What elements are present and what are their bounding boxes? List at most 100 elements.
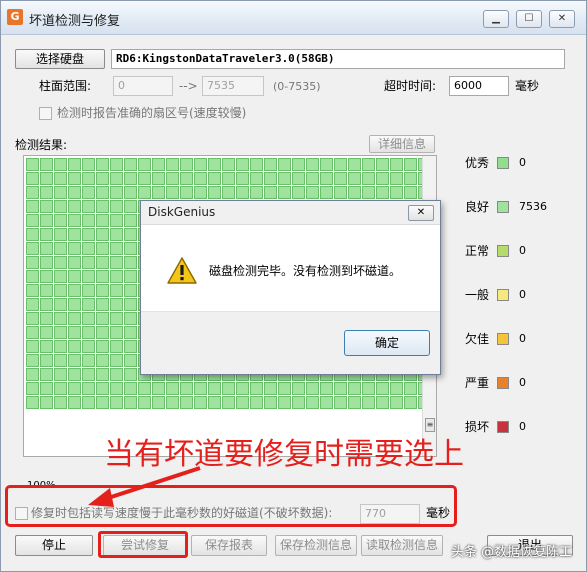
sector-cell — [334, 158, 347, 171]
minimize-button[interactable]: ▁ — [483, 10, 509, 28]
sector-cell — [278, 396, 291, 409]
sector-cell — [96, 158, 109, 171]
sector-cell — [348, 158, 361, 171]
sector-cell — [96, 312, 109, 325]
sector-cell — [110, 214, 123, 227]
sector-cell — [320, 396, 333, 409]
legend-count: 0 — [519, 156, 526, 169]
sector-cell — [306, 396, 319, 409]
sector-cell — [124, 186, 137, 199]
sector-cell — [68, 186, 81, 199]
sector-cell — [96, 354, 109, 367]
sector-cell — [96, 214, 109, 227]
sector-cell — [26, 256, 39, 269]
sector-cell — [362, 158, 375, 171]
range-start-input[interactable]: 0 — [113, 76, 173, 96]
annotation-box-try-repair — [98, 531, 188, 558]
legend-label: 良好 — [465, 200, 490, 214]
legend-label: 优秀 — [465, 156, 490, 170]
read-detection-info-button[interactable]: 读取检测信息 — [361, 535, 443, 556]
sector-cell — [82, 256, 95, 269]
sector-cell — [54, 200, 67, 213]
sector-cell — [40, 298, 53, 311]
sector-cell — [68, 242, 81, 255]
legend-swatch — [497, 333, 509, 345]
sector-cell — [292, 382, 305, 395]
legend-swatch — [497, 289, 509, 301]
sector-cell — [362, 396, 375, 409]
sector-cell — [376, 158, 389, 171]
sector-cell — [110, 354, 123, 367]
sector-cell — [96, 228, 109, 241]
details-button[interactable]: 详细信息 — [369, 135, 435, 153]
sector-cell — [82, 242, 95, 255]
sector-cell — [82, 368, 95, 381]
sector-cell — [348, 172, 361, 185]
sector-cell — [306, 186, 319, 199]
sector-cell — [124, 312, 137, 325]
sector-cell — [68, 214, 81, 227]
sector-cell — [68, 158, 81, 171]
sector-cell — [362, 172, 375, 185]
report-sector-checkbox[interactable] — [39, 107, 52, 120]
sector-cell — [68, 298, 81, 311]
sector-cell — [82, 270, 95, 283]
sector-cell — [68, 340, 81, 353]
diskgenius-app-icon: G — [7, 9, 23, 25]
legend-count: 0 — [519, 288, 526, 301]
close-button[interactable]: ✕ — [549, 10, 575, 28]
timeout-unit: 毫秒 — [515, 79, 540, 93]
legend-count: 0 — [519, 332, 526, 345]
sector-cell — [26, 214, 39, 227]
dialog-close-button[interactable]: ✕ — [408, 205, 434, 221]
sector-cell — [110, 228, 123, 241]
sector-cell — [278, 186, 291, 199]
maximize-button[interactable]: ☐ — [516, 10, 542, 28]
sector-cell — [404, 396, 417, 409]
sector-cell — [26, 284, 39, 297]
sector-cell — [54, 340, 67, 353]
sector-cell — [334, 396, 347, 409]
sector-cell — [110, 186, 123, 199]
sector-cell — [180, 382, 193, 395]
stop-button[interactable]: 停止 — [15, 535, 93, 556]
sector-cell — [348, 396, 361, 409]
sector-cell — [96, 368, 109, 381]
legend-label: 欠佳 — [465, 332, 490, 346]
sector-cell — [96, 242, 109, 255]
sector-cell — [208, 186, 221, 199]
save-report-button[interactable]: 保存报表 — [191, 535, 267, 556]
sector-cell — [110, 312, 123, 325]
sector-cell — [348, 186, 361, 199]
dialog-ok-button[interactable]: 确定 — [344, 330, 430, 356]
sector-cell — [222, 382, 235, 395]
legend-swatch — [497, 421, 509, 433]
sector-cell — [68, 256, 81, 269]
save-detection-info-button[interactable]: 保存检测信息 — [275, 535, 357, 556]
sector-cell — [82, 312, 95, 325]
sector-cell — [222, 172, 235, 185]
sector-cell — [124, 200, 137, 213]
legend-swatch — [497, 245, 509, 257]
sector-cell — [54, 284, 67, 297]
range-end-input[interactable]: 7535 — [202, 76, 264, 96]
sector-cell — [236, 172, 249, 185]
dialog-title-bar: DiskGenius ✕ — [141, 201, 440, 225]
sector-cell — [40, 396, 53, 409]
sector-cell — [124, 354, 137, 367]
timeout-input[interactable]: 6000 — [449, 76, 509, 96]
sector-cell — [54, 256, 67, 269]
sector-cell — [68, 368, 81, 381]
sector-cell — [26, 354, 39, 367]
sector-cell — [68, 382, 81, 395]
sector-cell — [82, 284, 95, 297]
annotation-box-repair-option — [5, 485, 457, 527]
sector-cell — [124, 284, 137, 297]
sector-cell — [82, 214, 95, 227]
sector-cell — [334, 172, 347, 185]
sector-cell — [390, 382, 403, 395]
sector-cell — [82, 172, 95, 185]
sector-cell — [138, 186, 151, 199]
select-disk-button[interactable]: 选择硬盘 — [15, 49, 105, 69]
sector-cell — [68, 200, 81, 213]
